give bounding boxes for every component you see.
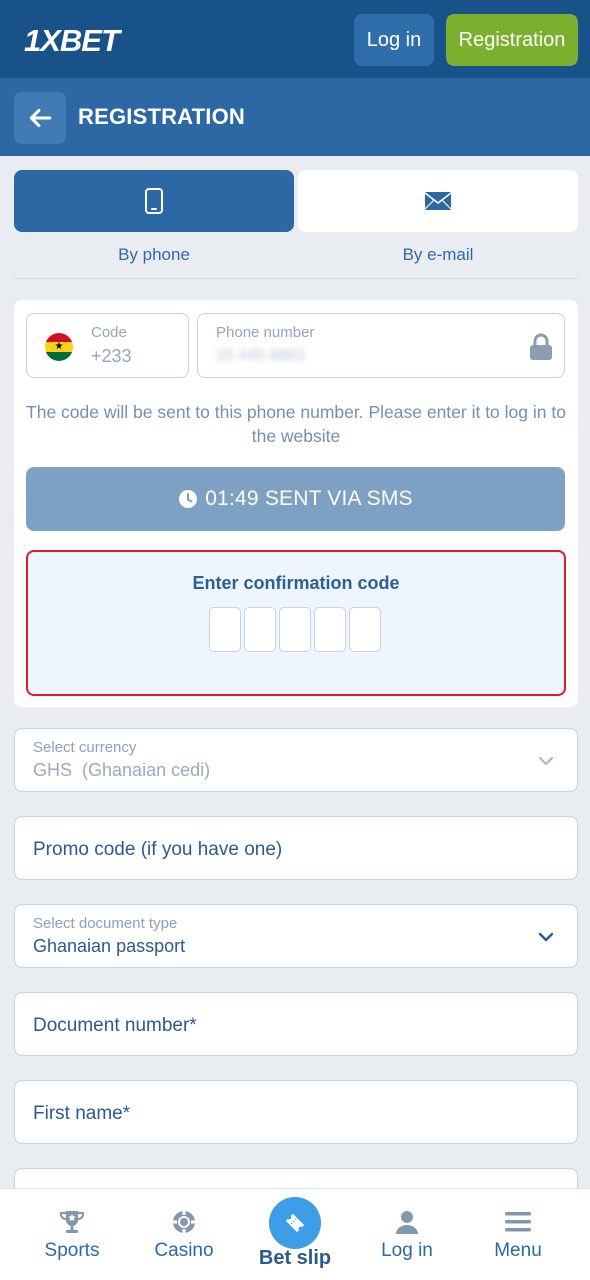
nav-sports[interactable]: Sports <box>38 1189 106 1280</box>
phone-number-value: 20 445 8883 <box>216 347 305 364</box>
tab-by-email[interactable] <box>298 170 578 232</box>
menu-icon <box>505 1212 531 1232</box>
page-title: REGISTRATION <box>78 104 245 129</box>
country-code-value: +233 <box>91 346 132 366</box>
document-number-input[interactable]: Document number* <box>14 992 578 1056</box>
country-code-selector[interactable]: ★ Code +233 <box>26 313 189 378</box>
nav-casino-label: Casino <box>154 1240 214 1261</box>
envelope-icon <box>424 192 452 210</box>
code-digit-input[interactable] <box>209 607 241 652</box>
nav-login-label: Log in <box>381 1240 433 1261</box>
trophy-icon <box>59 1211 85 1233</box>
header-registration-button[interactable]: Registration <box>446 14 578 66</box>
nav-sports-label: Sports <box>44 1240 100 1261</box>
ghana-flag-icon: ★ <box>45 333 73 361</box>
first-name-input[interactable]: First name* <box>14 1080 578 1144</box>
smartphone-icon <box>145 188 163 214</box>
phone-number-label: Phone number <box>216 324 315 341</box>
currency-select[interactable]: Select currency GHS (Ghanaian cedi) <box>14 728 578 792</box>
confirmation-code-inputs <box>209 607 381 652</box>
tab-by-email-label[interactable]: By e-mail <box>298 245 578 265</box>
brand-logo[interactable]: 1XBET <box>24 22 148 58</box>
nav-menu[interactable]: Menu <box>484 1189 552 1280</box>
user-icon <box>396 1211 418 1234</box>
svg-text:1XBET: 1XBET <box>24 23 123 57</box>
brand-logo-graphic: 1XBET <box>24 23 124 57</box>
back-button[interactable] <box>14 92 66 144</box>
arrow-left-icon <box>29 108 52 128</box>
nav-bet-slip-label[interactable]: Bet slip <box>255 1247 335 1270</box>
page-header: REGISTRATION <box>0 78 590 156</box>
nav-bet-slip[interactable] <box>269 1197 321 1249</box>
first-name-placeholder: First name* <box>33 1103 131 1124</box>
chevron-down-icon <box>538 932 554 942</box>
promo-code-input[interactable]: Promo code (if you have one) <box>14 816 578 880</box>
confirmation-code-title: Enter confirmation code <box>192 573 400 593</box>
tab-by-phone[interactable] <box>14 170 294 232</box>
country-code-label: Code <box>91 324 127 341</box>
bottom-navigation: Sports Casino Bet slip Log in Menu <box>0 1188 590 1280</box>
currency-name: (Ghanaian cedi) <box>82 760 211 780</box>
phone-registration-card: ★ Code +233 Phone number 20 445 8883 The… <box>14 300 578 707</box>
nav-login[interactable]: Log in <box>373 1189 441 1280</box>
nav-casino[interactable]: Casino <box>150 1189 218 1280</box>
resend-sms-button[interactable]: 01:49 SENT VIA SMS <box>26 467 565 531</box>
lock-icon <box>530 333 552 360</box>
sms-helper-text: The code will be sent to this phone numb… <box>26 402 566 446</box>
currency-code: GHS <box>33 760 73 780</box>
header-login-button[interactable]: Log in <box>354 14 434 66</box>
chevron-down-icon <box>538 756 554 766</box>
document-type-label: Select document type <box>33 915 178 932</box>
currency-select-label: Select currency <box>33 739 137 756</box>
document-type-value: Ghanaian passport <box>33 936 186 956</box>
casino-chip-icon <box>173 1211 195 1233</box>
ticket-icon <box>285 1213 305 1233</box>
top-bar: 1XBET Log in Registration <box>0 0 590 78</box>
tab-by-phone-label[interactable]: By phone <box>14 245 294 265</box>
code-digit-input[interactable] <box>279 607 311 652</box>
nav-menu-label: Menu <box>494 1240 542 1261</box>
currency-select-value: GHS (Ghanaian cedi) <box>33 760 210 781</box>
resend-sms-label: 01:49 SENT VIA SMS <box>205 487 413 510</box>
code-digit-input[interactable] <box>314 607 346 652</box>
phone-number-field[interactable]: Phone number 20 445 8883 <box>197 313 565 378</box>
code-digit-input[interactable] <box>349 607 381 652</box>
code-digit-input[interactable] <box>244 607 276 652</box>
document-number-placeholder: Document number* <box>33 1015 197 1036</box>
confirmation-code-box: Enter confirmation code <box>26 550 566 696</box>
clock-icon <box>179 490 198 508</box>
tab-divider <box>14 278 578 279</box>
document-type-select[interactable]: Select document type Ghanaian passport <box>14 904 578 968</box>
promo-code-placeholder: Promo code (if you have one) <box>33 839 283 860</box>
